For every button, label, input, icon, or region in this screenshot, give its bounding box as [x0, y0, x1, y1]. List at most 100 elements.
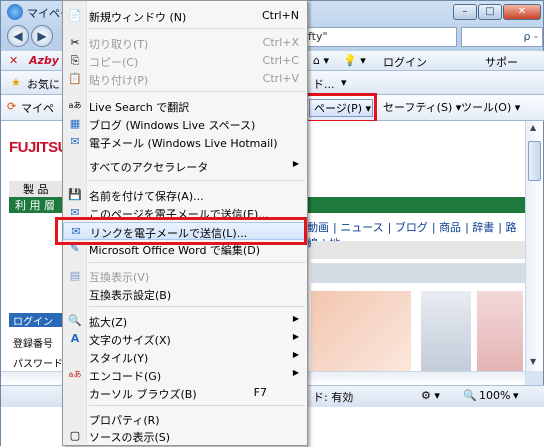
menu-item-style[interactable]: スタイル(Y) ▶ [63, 348, 307, 366]
safety-menu-button[interactable]: セーフティ(S) ▾ [383, 99, 461, 117]
menu-item-save-as[interactable]: 💾 名前を付けて保存(A)... [63, 186, 307, 204]
users-nav[interactable]: 利 用 層 [9, 197, 69, 213]
menu-item-view-source[interactable]: ▢ ソースの表示(S) [63, 427, 307, 445]
submenu-arrow-icon: ▶ [292, 314, 299, 323]
close-button[interactable]: ✕ [503, 4, 541, 20]
login-password-label: パスワード [13, 359, 63, 370]
search-input[interactable]: ρ - [461, 27, 543, 47]
menu-item-shortcut: Ctrl+C [262, 54, 299, 67]
menu-item-compat-view[interactable]: ▤ 互換表示(V) [63, 267, 307, 285]
menu-item-properties[interactable]: プロパティ(R) [63, 410, 307, 428]
paste-icon: 📋 [68, 72, 82, 85]
submenu-arrow-icon: ▶ [292, 350, 299, 359]
login-id-label: 登録番号 [13, 339, 53, 350]
menu-item-all-accelerators[interactable]: すべてのアクセラレータ ▶ [63, 157, 307, 175]
zoom-icon[interactable]: 🔍 [463, 389, 477, 402]
tools-menu-label: ツール(O) [461, 101, 512, 114]
fujitsu-logo: FUJITSU [9, 139, 69, 156]
menu-item-copy[interactable]: ⎘ コピー(C) Ctrl+C [63, 52, 307, 70]
menu-item-label: カーソル ブラウズ(B) [89, 388, 197, 401]
save-icon: 💾 [68, 188, 82, 201]
view-source-icon: ▢ [69, 429, 81, 442]
menu-item-new-window[interactable]: 📄 新規ウィンドウ (N) Ctrl+N [63, 7, 307, 25]
menu-item-edit-word[interactable]: ✎ Microsoft Office Word で編集(D) [63, 240, 307, 258]
menu-item-translate[interactable]: aあ Live Search で翻訳 [63, 97, 307, 115]
scroll-thumb[interactable] [528, 141, 541, 181]
scroll-down-icon[interactable]: ▼ [530, 357, 536, 366]
submenu-arrow-icon: ▶ [292, 332, 299, 341]
tab-label[interactable]: マイペ [21, 100, 54, 116]
menu-item-blog[interactable]: ▦ ブログ (Windows Live スペース) [63, 115, 307, 133]
maximize-button[interactable]: □ [478, 4, 502, 20]
menu-item-label: コピー(C) [89, 56, 139, 69]
green-header-bar [307, 197, 525, 213]
menu-item-label: 文字のサイズ(X) [89, 334, 171, 347]
status-security-icon[interactable]: ⚙ ▾ [421, 389, 440, 402]
submenu-arrow-icon: ▶ [292, 159, 299, 168]
promo-image[interactable] [311, 291, 411, 371]
banner-strip [311, 263, 525, 283]
menu-separator [89, 28, 305, 29]
menu-item-email-hotmail[interactable]: ✉ 電子メール (Windows Live Hotmail) [63, 133, 307, 151]
copy-icon: ⎘ [70, 54, 80, 67]
menu-item-cut[interactable]: ✂ 切り取り(T) Ctrl+X [63, 34, 307, 52]
menu-item-label: プロパティ(R) [89, 414, 160, 427]
forward-button[interactable]: ▶ [31, 25, 53, 47]
favorites-star-icon[interactable]: ★ [11, 76, 21, 89]
menu-item-zoom[interactable]: 🔍 拡大(Z) ▶ [63, 312, 307, 330]
azby-link[interactable]: Azby [29, 54, 59, 67]
word-edit-icon: ✎ [70, 242, 80, 255]
favbar-right-text: ド... [313, 78, 335, 91]
scroll-up-icon[interactable]: ▲ [530, 123, 536, 132]
favbar-chevron-icon[interactable]: ▾ [341, 76, 347, 89]
zoom-level[interactable]: 100% [479, 389, 510, 402]
favorites-label[interactable]: お気に [27, 76, 60, 92]
page-menu-button[interactable]: ページ(P) ▾ [309, 99, 373, 117]
site-tab[interactable]: 商品 [439, 221, 461, 234]
menu-item-label: 電子メール (Windows Live Hotmail) [89, 137, 278, 150]
menu-item-encoding[interactable]: aあ エンコード(G) ▶ [63, 366, 307, 384]
menu-item-label: ブログ (Windows Live スペース) [89, 119, 256, 132]
new-window-icon: 📄 [68, 9, 82, 22]
page-menu-label: ページ(P) [314, 102, 362, 115]
address-input[interactable]: fty" [303, 27, 457, 47]
menu-item-label: 互換表示(V) [89, 271, 150, 284]
minimize-button[interactable]: – [453, 4, 477, 20]
login-link[interactable]: ログイン [383, 54, 427, 70]
back-button[interactable]: ◀ [7, 25, 29, 47]
help-icon[interactable]: 💡 ▾ [343, 54, 366, 67]
products-nav[interactable]: 製 品 [9, 181, 69, 197]
text-size-icon: A [70, 332, 80, 345]
menu-item-paste[interactable]: 📋 貼り付け(P) Ctrl+V [63, 70, 307, 88]
promo-image[interactable] [421, 291, 471, 371]
ie-logo-icon [7, 4, 23, 20]
site-tab[interactable]: 辞書 [472, 221, 494, 234]
translate-icon: aあ [68, 101, 82, 110]
search-strip [311, 241, 525, 259]
menu-item-caret-browsing[interactable]: カーソル ブラウズ(B) F7 [63, 384, 307, 402]
promo-image[interactable] [477, 291, 523, 371]
menu-separator [89, 262, 305, 263]
home-icon[interactable]: ⌂ ▾ [313, 54, 329, 67]
menu-item-text-size[interactable]: A 文字のサイズ(X) ▶ [63, 330, 307, 348]
site-tab[interactable]: 動画 [307, 221, 329, 234]
menu-item-label: すべてのアクセラレータ [89, 161, 209, 174]
menu-separator [89, 180, 305, 181]
site-tab[interactable]: ニュース [340, 221, 383, 234]
submenu-arrow-icon: ▶ [292, 368, 299, 377]
menu-item-label: 貼り付け(P) [89, 74, 149, 87]
zoom-chevron-icon[interactable]: ▾ [513, 389, 519, 402]
support-link[interactable]: サポー [485, 54, 518, 70]
close-links-icon[interactable]: ✕ [9, 54, 18, 67]
safety-menu-label: セーフティ(S) [383, 101, 453, 114]
mail-icon: ✉ [70, 135, 80, 148]
tools-menu-button[interactable]: ツール(O) ▾ [461, 99, 520, 117]
compat-view-icon: ▤ [69, 269, 81, 282]
menu-item-compat-settings[interactable]: 互換表示設定(B) [63, 285, 307, 303]
vertical-scrollbar[interactable]: ▲ ▼ [525, 121, 543, 371]
menu-item-label: 新規ウィンドウ (N) [89, 11, 187, 24]
menu-separator [89, 405, 305, 406]
site-tab[interactable]: ブログ [395, 221, 428, 234]
menu-item-label: ソースの表示(S) [89, 431, 171, 444]
menu-separator [89, 306, 305, 307]
